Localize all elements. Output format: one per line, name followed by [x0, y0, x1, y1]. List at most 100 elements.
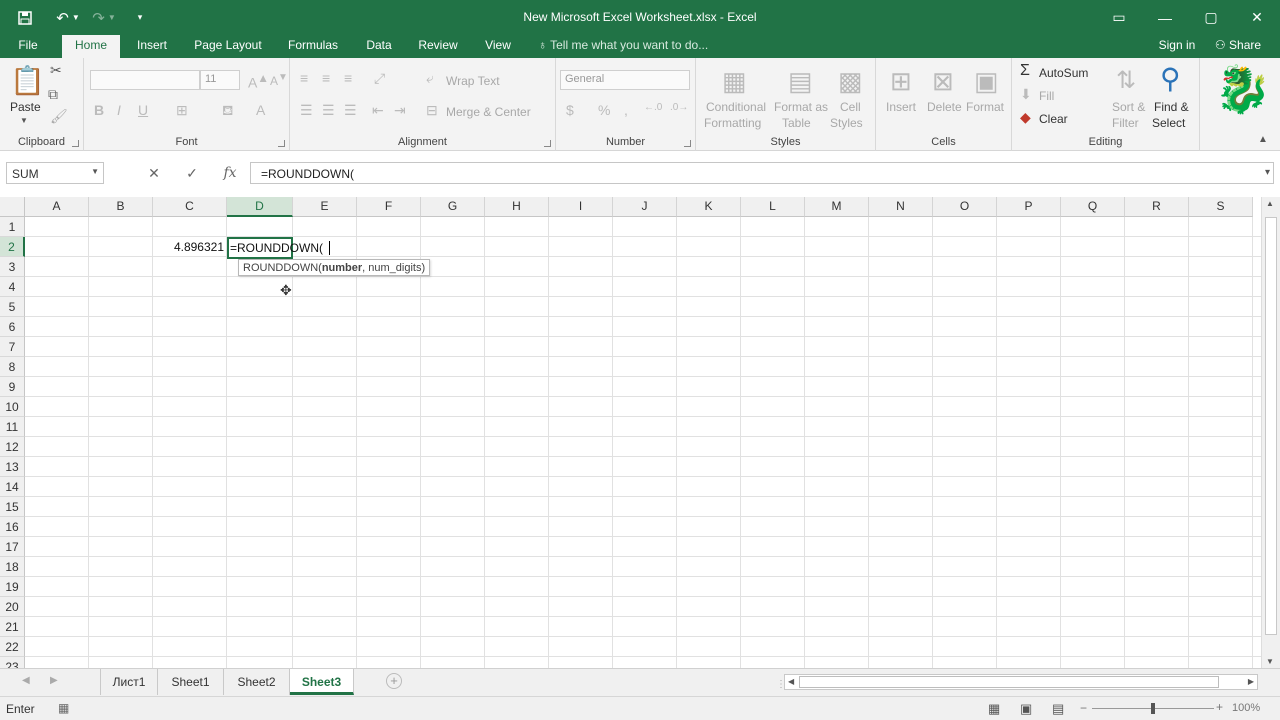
- sheet-tab-list1[interactable]: Лист1: [100, 669, 158, 695]
- sort-filter-label1[interactable]: Sort &: [1112, 100, 1145, 114]
- paste-button[interactable]: Paste: [10, 100, 41, 114]
- row-header-20[interactable]: 20: [0, 597, 25, 617]
- name-box[interactable]: SUM ▼: [6, 162, 104, 184]
- format-cells-button[interactable]: Format: [966, 100, 1004, 114]
- function-tooltip[interactable]: ROUNDDOWN(number, num_digits): [238, 259, 431, 276]
- decrease-decimal-icon[interactable]: .0→: [670, 102, 688, 113]
- paste-icon[interactable]: 📋: [10, 64, 45, 97]
- vertical-scroll-thumb[interactable]: [1265, 217, 1277, 635]
- scroll-down-icon[interactable]: ▼: [1266, 657, 1274, 666]
- tab-data[interactable]: Data: [360, 35, 398, 58]
- insert-function-icon[interactable]: fx: [211, 165, 249, 181]
- row-header-15[interactable]: 15: [0, 497, 25, 517]
- conditional-formatting-label2[interactable]: Formatting: [704, 116, 761, 130]
- font-size-box[interactable]: 11: [200, 70, 240, 90]
- clipboard-launcher-icon[interactable]: [72, 140, 79, 147]
- comma-icon[interactable]: ,: [624, 102, 628, 118]
- page-layout-view-icon[interactable]: ▣: [1020, 701, 1032, 717]
- column-header-s[interactable]: S: [1189, 197, 1253, 217]
- column-header-r[interactable]: R: [1125, 197, 1189, 217]
- maximize-icon[interactable]: ▢: [1188, 0, 1234, 35]
- tab-page-layout[interactable]: Page Layout: [188, 35, 268, 58]
- alignment-launcher-icon[interactable]: [544, 140, 551, 147]
- tab-insert[interactable]: Insert: [128, 35, 176, 58]
- select-all-corner[interactable]: [0, 197, 25, 217]
- zoom-slider-thumb[interactable]: [1151, 703, 1155, 714]
- horizontal-scroll-thumb[interactable]: [799, 676, 1219, 688]
- zoom-level[interactable]: 100%: [1232, 702, 1260, 714]
- format-painter-icon[interactable]: 🖌: [50, 108, 68, 125]
- dragon-add-in-icon[interactable]: 🐉: [1214, 62, 1271, 117]
- formula-input[interactable]: =ROUNDDOWN(: [250, 162, 1274, 184]
- increase-decimal-icon[interactable]: ←.0: [644, 102, 662, 113]
- share-button[interactable]: ⚇ Share: [1208, 35, 1268, 58]
- number-format-box[interactable]: General: [560, 70, 690, 90]
- middle-align-icon[interactable]: ≡: [322, 70, 330, 86]
- row-header-12[interactable]: 12: [0, 437, 25, 457]
- column-header-a[interactable]: A: [25, 197, 89, 217]
- cut-icon[interactable]: ✂: [50, 62, 62, 79]
- cell-styles-label1[interactable]: Cell: [840, 100, 861, 114]
- row-header-4[interactable]: 4: [0, 277, 25, 297]
- insert-cells-button[interactable]: Insert: [886, 100, 916, 114]
- tab-formulas[interactable]: Formulas: [282, 35, 344, 58]
- increase-indent-icon[interactable]: ⇥: [394, 102, 406, 119]
- font-launcher-icon[interactable]: [278, 140, 285, 147]
- next-sheet-icon[interactable]: ▶: [50, 675, 58, 686]
- zoom-in-icon[interactable]: +: [1216, 700, 1223, 714]
- sort-filter-label2[interactable]: Filter: [1112, 116, 1139, 130]
- new-sheet-icon[interactable]: +: [386, 673, 402, 689]
- prev-sheet-icon[interactable]: ◀: [22, 675, 30, 686]
- row-header-8[interactable]: 8: [0, 357, 25, 377]
- collapse-ribbon-icon[interactable]: ▲: [1258, 134, 1268, 145]
- ribbon-display-options-icon[interactable]: ▭: [1096, 0, 1142, 35]
- center-icon[interactable]: ☰: [322, 102, 335, 119]
- column-header-h[interactable]: H: [485, 197, 549, 217]
- merge-center-button[interactable]: Merge & Center: [446, 105, 531, 119]
- column-header-g[interactable]: G: [421, 197, 485, 217]
- fill-button[interactable]: Fill: [1039, 89, 1054, 103]
- format-as-table-label1[interactable]: Format as: [774, 100, 828, 114]
- row-header-13[interactable]: 13: [0, 457, 25, 477]
- borders-icon[interactable]: ⊞: [176, 102, 188, 119]
- row-header-19[interactable]: 19: [0, 577, 25, 597]
- tab-home[interactable]: Home: [62, 35, 120, 58]
- horizontal-scrollbar[interactable]: ◀ ▶: [784, 674, 1258, 690]
- column-header-i[interactable]: I: [549, 197, 613, 217]
- column-header-l[interactable]: L: [741, 197, 805, 217]
- conditional-formatting-label1[interactable]: Conditional: [706, 100, 766, 114]
- italic-icon[interactable]: I: [117, 102, 121, 118]
- decrease-font-icon[interactable]: A▼: [270, 72, 288, 88]
- row-header-1[interactable]: 1: [0, 217, 25, 237]
- row-header-10[interactable]: 10: [0, 397, 25, 417]
- tab-file[interactable]: File: [10, 35, 46, 58]
- column-header-m[interactable]: M: [805, 197, 869, 217]
- zoom-out-icon[interactable]: −: [1080, 701, 1087, 715]
- percent-icon[interactable]: %: [598, 102, 610, 118]
- enter-icon[interactable]: ✓: [173, 165, 211, 182]
- wrap-text-button[interactable]: Wrap Text: [446, 74, 500, 88]
- orientation-icon[interactable]: ⤢: [374, 70, 385, 87]
- cell-c2[interactable]: 4.896321: [153, 237, 226, 257]
- delete-cells-button[interactable]: Delete: [927, 100, 962, 114]
- row-header-7[interactable]: 7: [0, 337, 25, 357]
- sign-in-link[interactable]: Sign in: [1152, 35, 1202, 58]
- copy-icon[interactable]: ⧉: [48, 86, 58, 103]
- tab-view[interactable]: View: [478, 35, 518, 58]
- scroll-up-icon[interactable]: ▲: [1266, 199, 1274, 208]
- clear-button[interactable]: Clear: [1039, 112, 1068, 126]
- align-left-icon[interactable]: ☰: [300, 102, 313, 119]
- worksheet-grid[interactable]: ABCDEFGHIJKLMNOPQRS 1 2 3 4 5 6 7 8 9 10 11 12 13 14 1…: [0, 197, 1261, 668]
- column-header-d[interactable]: D: [227, 197, 293, 217]
- tell-me-search[interactable]: ♁ Tell me what you want to do...: [538, 35, 738, 58]
- increase-font-icon[interactable]: A▲: [248, 72, 269, 91]
- currency-icon[interactable]: $: [566, 102, 574, 118]
- column-header-q[interactable]: Q: [1061, 197, 1125, 217]
- row-header-11[interactable]: 11: [0, 417, 25, 437]
- minimize-icon[interactable]: —: [1142, 0, 1188, 35]
- fill-color-icon[interactable]: ⛾: [222, 102, 233, 121]
- row-header-2[interactable]: 2: [0, 237, 25, 257]
- column-header-e[interactable]: E: [293, 197, 357, 217]
- name-box-dropdown-icon[interactable]: ▼: [91, 167, 99, 176]
- tab-review[interactable]: Review: [412, 35, 464, 58]
